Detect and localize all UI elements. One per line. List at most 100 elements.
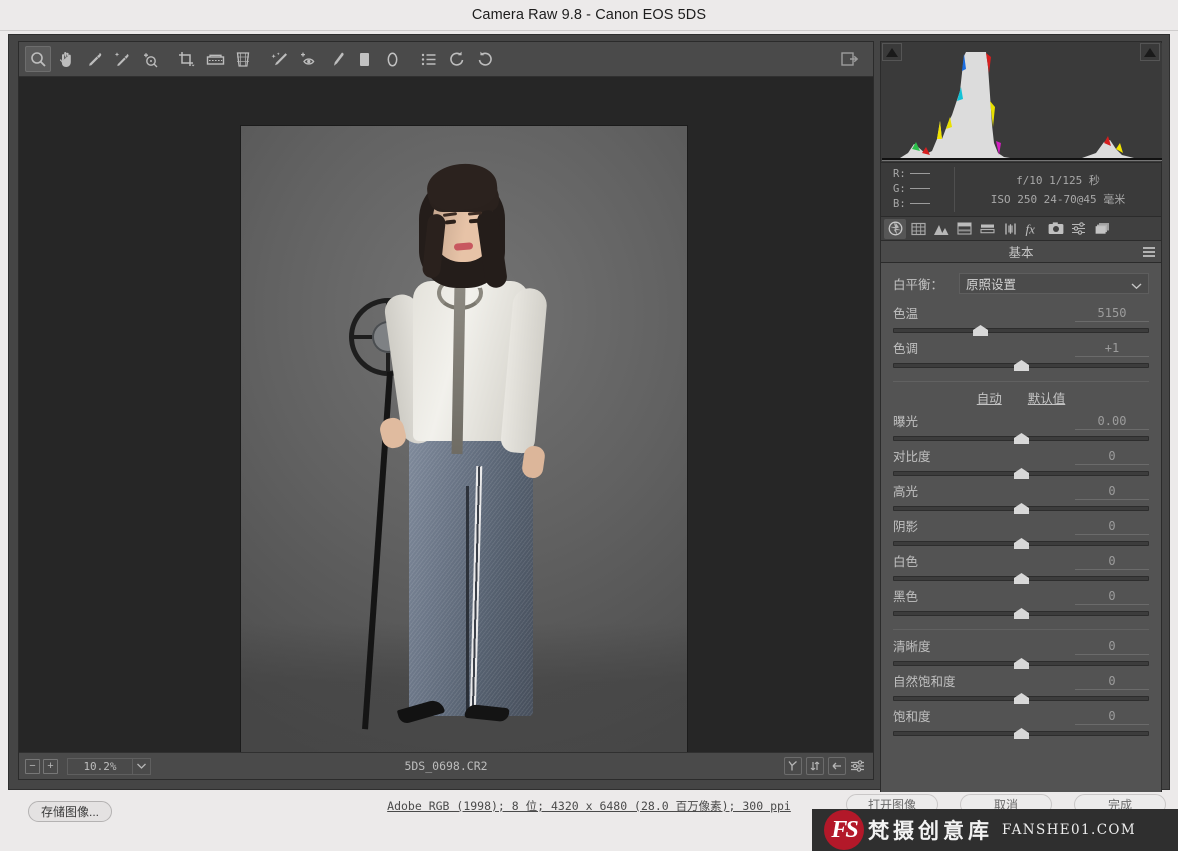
tab-presets[interactable] bbox=[1068, 219, 1090, 239]
crop-tool-icon[interactable] bbox=[174, 46, 200, 72]
slider-temperature[interactable]: 色温 5150 bbox=[893, 303, 1149, 337]
slider-saturation[interactable]: 饱和度 0 bbox=[893, 706, 1149, 740]
slider-contrast[interactable]: 对比度 0 bbox=[893, 446, 1149, 480]
slider-blacks[interactable]: 黑色 0 bbox=[893, 586, 1149, 620]
rgb-label-r: R: bbox=[893, 168, 906, 180]
slider-knob[interactable] bbox=[1014, 433, 1029, 444]
slider-track[interactable] bbox=[893, 658, 1149, 670]
slider-knob[interactable] bbox=[1014, 503, 1029, 514]
slider-value[interactable]: 0 bbox=[1075, 709, 1149, 725]
workspace: − + 10.2% 5DS_0698.CR2 bbox=[8, 34, 1170, 790]
tab-lens-corrections[interactable] bbox=[999, 219, 1021, 239]
slider-track[interactable] bbox=[893, 360, 1149, 372]
slider-vibrance[interactable]: 自然饱和度 0 bbox=[893, 671, 1149, 705]
flip-horizontal-button[interactable] bbox=[828, 757, 846, 775]
adjustment-brush-tool-icon[interactable] bbox=[323, 46, 349, 72]
rotate-ccw-tool-icon[interactable] bbox=[444, 46, 470, 72]
slider-knob[interactable] bbox=[1014, 693, 1029, 704]
graduated-filter-tool-icon[interactable] bbox=[351, 46, 377, 72]
slider-track[interactable] bbox=[893, 503, 1149, 515]
slider-value[interactable]: 0 bbox=[1075, 674, 1149, 690]
slider-label: 清晰度 bbox=[893, 636, 931, 655]
canvas-status-bar: − + 10.2% 5DS_0698.CR2 bbox=[19, 752, 873, 779]
slider-track[interactable] bbox=[893, 433, 1149, 445]
radial-filter-tool-icon[interactable] bbox=[379, 46, 405, 72]
tab-detail[interactable] bbox=[930, 219, 952, 239]
red-eye-removal-tool-icon[interactable] bbox=[295, 46, 321, 72]
slider-value[interactable]: 0 bbox=[1075, 639, 1149, 655]
slider-knob[interactable] bbox=[1014, 360, 1029, 371]
slider-whites[interactable]: 白色 0 bbox=[893, 551, 1149, 585]
slider-track[interactable] bbox=[893, 608, 1149, 620]
tab-effects[interactable]: fx bbox=[1022, 219, 1044, 239]
tab-snapshots[interactable] bbox=[1091, 219, 1113, 239]
preferences-tool-icon[interactable] bbox=[416, 46, 442, 72]
preview-image[interactable] bbox=[241, 126, 687, 752]
white-balance-eyedropper-tool-icon[interactable] bbox=[81, 46, 107, 72]
slider-knob[interactable] bbox=[1014, 573, 1029, 584]
targeted-adjustment-tool-icon[interactable] bbox=[137, 46, 163, 72]
slider-knob[interactable] bbox=[1014, 538, 1029, 549]
slider-value[interactable]: 5150 bbox=[1075, 306, 1149, 322]
slider-value[interactable]: 0 bbox=[1075, 449, 1149, 465]
slider-knob[interactable] bbox=[1014, 468, 1029, 479]
slider-clarity[interactable]: 清晰度 0 bbox=[893, 636, 1149, 670]
slider-exposure[interactable]: 曝光 0.00 bbox=[893, 411, 1149, 445]
straighten-tool-icon[interactable] bbox=[202, 46, 228, 72]
camera-icon bbox=[1048, 222, 1064, 235]
slider-value[interactable]: 0 bbox=[1075, 554, 1149, 570]
panel-flyout-menu[interactable] bbox=[1143, 247, 1155, 257]
slider-track[interactable] bbox=[893, 325, 1149, 337]
histogram[interactable] bbox=[880, 41, 1162, 163]
highlight-clipping-warning[interactable] bbox=[1140, 43, 1160, 61]
tab-split-toning[interactable] bbox=[976, 219, 998, 239]
slider-header: 黑色 0 bbox=[893, 586, 1149, 605]
slider-value[interactable]: 0.00 bbox=[1075, 414, 1149, 430]
zoom-level-dropdown[interactable] bbox=[133, 758, 151, 775]
slider-knob[interactable] bbox=[973, 325, 988, 336]
tab-tone-curve[interactable] bbox=[907, 219, 929, 239]
slider-track[interactable] bbox=[893, 468, 1149, 480]
toggle-filmstrip-button[interactable] bbox=[837, 46, 863, 72]
slider-knob[interactable] bbox=[1014, 658, 1029, 669]
slider-highlights[interactable]: 高光 0 bbox=[893, 481, 1149, 515]
image-canvas[interactable] bbox=[19, 77, 873, 752]
slider-knob[interactable] bbox=[1014, 608, 1029, 619]
watermark-logo-badge: FS bbox=[824, 810, 864, 850]
slider-track[interactable] bbox=[893, 573, 1149, 585]
color-sampler-tool-icon[interactable] bbox=[109, 46, 135, 72]
slider-track[interactable] bbox=[893, 538, 1149, 550]
transform-tool-icon[interactable] bbox=[230, 46, 256, 72]
slider-track[interactable] bbox=[893, 693, 1149, 705]
slider-value[interactable]: 0 bbox=[1075, 589, 1149, 605]
shadow-clipping-warning[interactable] bbox=[882, 43, 902, 61]
slider-track[interactable] bbox=[893, 728, 1149, 740]
slider-label: 色调 bbox=[893, 338, 918, 357]
tab-camera-calibration[interactable] bbox=[1045, 219, 1067, 239]
preview-toggle-button[interactable] bbox=[784, 757, 802, 775]
slider-value[interactable]: 0 bbox=[1075, 484, 1149, 500]
hand-tool-icon[interactable] bbox=[53, 46, 79, 72]
zoom-level-value[interactable]: 10.2% bbox=[67, 758, 133, 775]
tab-hsl-grayscale[interactable] bbox=[953, 219, 975, 239]
spot-removal-tool-icon[interactable] bbox=[267, 46, 293, 72]
rgb-readout: R: G: B: bbox=[881, 167, 955, 212]
tab-basic[interactable] bbox=[884, 219, 906, 239]
histogram-plot bbox=[882, 43, 1162, 161]
default-button[interactable]: 默认值 bbox=[1028, 388, 1066, 407]
slider-shadows[interactable]: 阴影 0 bbox=[893, 516, 1149, 550]
slider-header: 高光 0 bbox=[893, 481, 1149, 500]
white-balance-select[interactable]: 原照设置 bbox=[959, 273, 1149, 294]
slider-value[interactable]: +1 bbox=[1075, 341, 1149, 357]
zoom-out-button[interactable]: − bbox=[25, 759, 40, 774]
slider-value[interactable]: 0 bbox=[1075, 519, 1149, 535]
panel-options-button[interactable] bbox=[850, 759, 865, 773]
rotate-cw-tool-icon[interactable] bbox=[472, 46, 498, 72]
slider-tint[interactable]: 色调 +1 bbox=[893, 338, 1149, 372]
auto-button[interactable]: 自动 bbox=[977, 388, 1002, 407]
flip-vertical-button[interactable] bbox=[806, 757, 824, 775]
zoom-tool-icon[interactable] bbox=[25, 46, 51, 72]
rgb-row-g: G: bbox=[893, 182, 954, 197]
slider-knob[interactable] bbox=[1014, 728, 1029, 739]
zoom-in-button[interactable]: + bbox=[43, 759, 58, 774]
